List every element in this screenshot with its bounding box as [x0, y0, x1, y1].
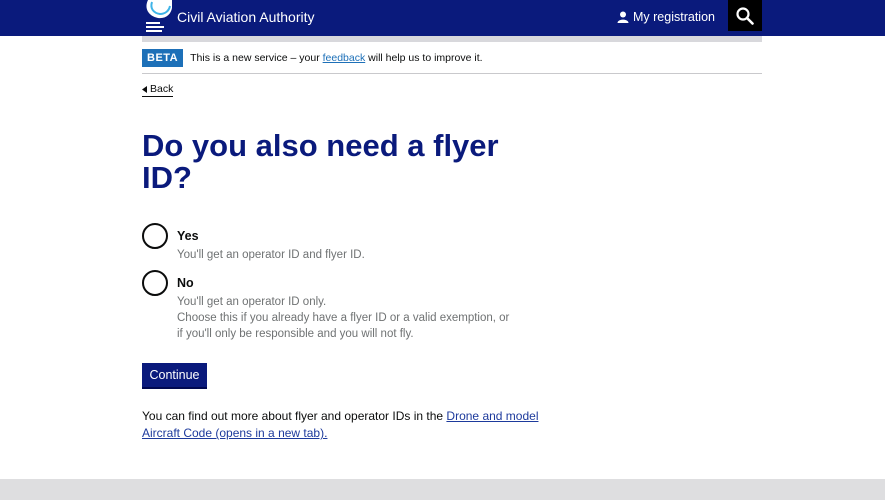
radio-yes[interactable] [142, 223, 168, 249]
radio-no[interactable] [142, 270, 168, 296]
drone-code-info: You can find out more about flyer and op… [142, 408, 562, 442]
beta-text-after: will help us to improve it. [365, 52, 483, 64]
radio-no-hint-line: if you'll only be responsible and you wi… [177, 328, 414, 340]
back-link[interactable]: Back [142, 83, 174, 97]
header-underline [142, 36, 762, 42]
continue-button[interactable]: Continue [142, 363, 207, 389]
radio-option-no[interactable]: No You'll get an operator ID only. Choos… [142, 270, 509, 342]
drone-code-text: You can find out more about flyer and op… [142, 409, 447, 423]
banner-divider [142, 73, 762, 74]
radio-yes-label[interactable]: Yes [177, 229, 365, 244]
user-icon [617, 11, 629, 23]
header-inner: Civil Aviation Authority My registration [142, 0, 762, 36]
beta-text-before: This is a new service – your [190, 52, 323, 64]
radio-no-hint-line: Choose this if you already have a flyer … [177, 312, 510, 324]
radio-yes-hint: You'll get an operator ID and flyer ID. [177, 249, 365, 261]
search-button[interactable] [728, 0, 762, 31]
radio-yes-text: Yes You'll get an operator ID and flyer … [177, 223, 365, 263]
back-label: Back [150, 83, 174, 95]
feedback-link[interactable]: feedback [323, 52, 366, 64]
my-registration-link[interactable]: My registration [617, 10, 715, 24]
caa-logo-icon[interactable] [142, 0, 172, 36]
radio-no-text: No You'll get an operator ID only. Choos… [177, 270, 509, 342]
radio-option-yes[interactable]: Yes You'll get an operator ID and flyer … [142, 223, 365, 263]
brand-name[interactable]: Civil Aviation Authority [177, 9, 314, 25]
radio-no-label[interactable]: No [177, 276, 509, 291]
search-icon [736, 6, 754, 25]
phase-banner: BETA This is a new service – your feedba… [142, 48, 762, 68]
page-footer-band [0, 479, 885, 500]
page-title: Do you also need a flyer ID? [142, 128, 499, 195]
beta-banner-text: This is a new service – your feedback wi… [190, 52, 482, 64]
beta-tag: BETA [142, 49, 184, 67]
my-registration-label: My registration [633, 10, 715, 24]
site-header: Civil Aviation Authority My registration [0, 0, 885, 36]
triangle-left-icon [142, 86, 147, 93]
radio-no-hint-line: You'll get an operator ID only. [177, 296, 327, 308]
radio-no-hint: You'll get an operator ID only. Choose t… [177, 294, 509, 342]
